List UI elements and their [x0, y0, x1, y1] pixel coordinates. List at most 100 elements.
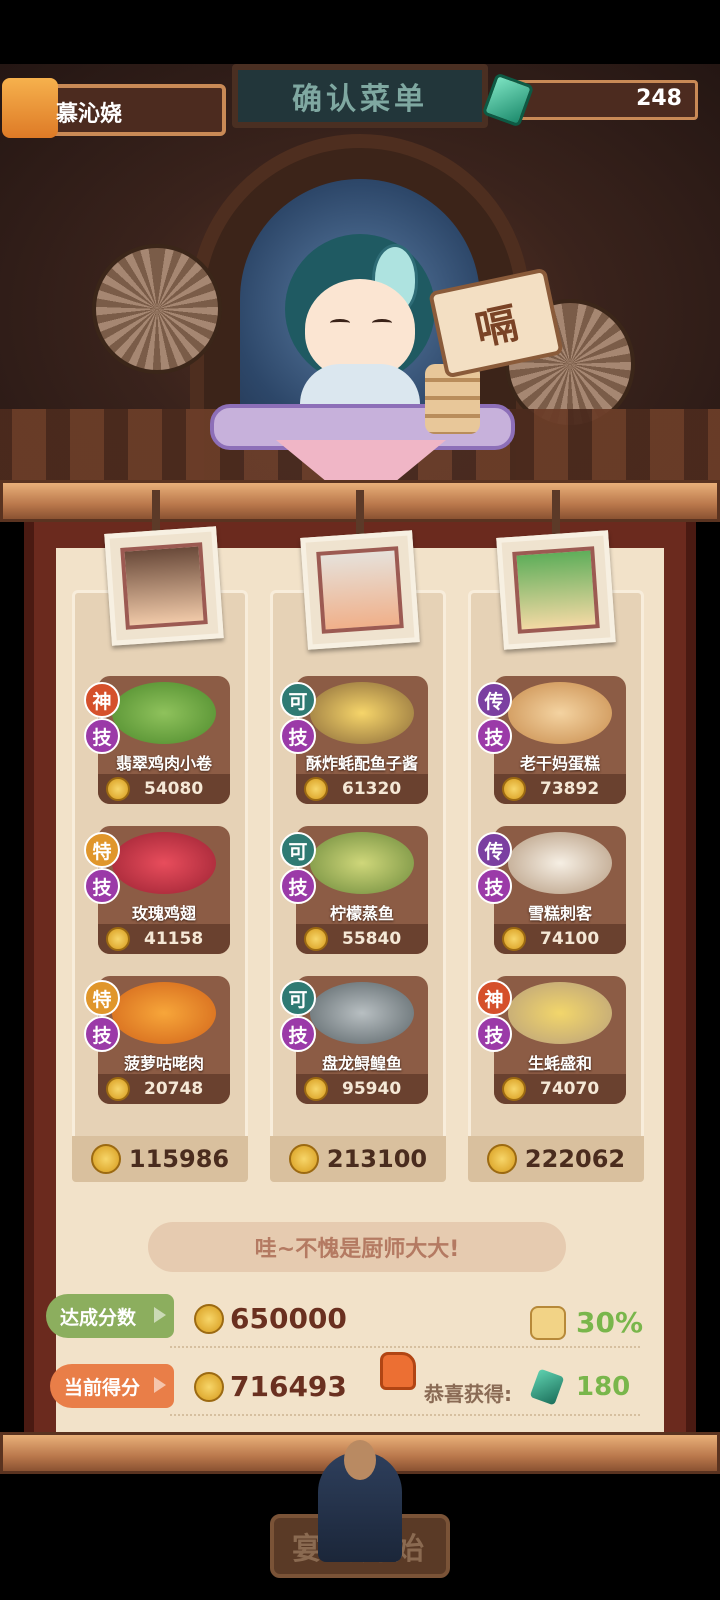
dish-image	[508, 682, 612, 744]
dish-price-bar: 61320	[296, 774, 428, 804]
grade-badge: 传	[476, 832, 512, 868]
praise-message: 哇~不愧是厨师大大!	[148, 1222, 566, 1272]
dish-price: 55840	[342, 929, 402, 949]
player-name: 慕沁娆	[56, 102, 123, 127]
dish-price: 73892	[540, 779, 600, 799]
column-total-value: 115986	[128, 1145, 230, 1173]
skill-badge: 技	[84, 1016, 120, 1052]
dish-image	[112, 832, 216, 894]
current-score-label: 当前得分	[50, 1364, 174, 1408]
dish-name: 盘龙鲟鳇鱼	[321, 1054, 402, 1073]
divider	[170, 1414, 640, 1416]
coin-icon	[304, 777, 328, 801]
dish-card[interactable]: 生蚝盛和 74070	[494, 976, 626, 1104]
dish-price: 95940	[342, 1079, 402, 1099]
congrats-label: 恭喜获得:	[424, 1382, 512, 1406]
skill-badge: 技	[476, 718, 512, 754]
grade-badge: 传	[476, 682, 512, 718]
grade-badge: 可	[280, 682, 316, 718]
skill-badge: 技	[84, 868, 120, 904]
column-total-2: 213100	[270, 1136, 446, 1182]
dish-price: 41158	[144, 929, 204, 949]
menu-title-sign: 确认菜单	[232, 64, 488, 128]
coin-icon	[304, 927, 328, 951]
dish-image	[310, 982, 414, 1044]
charm-knot	[344, 1440, 376, 1480]
dish-name: 玫瑰鸡翅	[131, 904, 196, 923]
bonus-icon	[530, 1306, 566, 1340]
coin-icon	[288, 1144, 319, 1174]
dish-image	[310, 682, 414, 744]
thumbs-up-icon	[380, 1352, 416, 1390]
dish-card[interactable]: 老干妈蛋糕 73892	[494, 676, 626, 804]
grade-badge: 特	[84, 980, 120, 1016]
burp-text: 嗝	[470, 297, 523, 355]
coin-icon	[502, 1077, 526, 1101]
dish-name: 菠萝咕咾肉	[123, 1054, 204, 1073]
dish-price-bar: 95940	[296, 1074, 428, 1104]
character-eye-right	[372, 319, 392, 327]
coin-icon	[106, 777, 130, 801]
dish-price-bar: 20748	[98, 1074, 230, 1104]
dish-price: 61320	[342, 779, 402, 799]
gem-count: 248	[636, 86, 682, 111]
coin-icon	[486, 1144, 517, 1174]
chef-icon-2	[316, 546, 404, 634]
dish-card[interactable]: 雪糕刺客 74100	[494, 826, 626, 954]
chef-portrait-1[interactable]	[104, 526, 224, 646]
dish-image	[112, 682, 216, 744]
skill-badge: 技	[280, 718, 316, 754]
dish-image	[508, 982, 612, 1044]
coin-icon	[502, 777, 526, 801]
current-score: 716493	[230, 1370, 347, 1403]
dish-card[interactable]: 柠檬蒸鱼 55840	[296, 826, 428, 954]
dish-price: 54080	[144, 779, 204, 799]
dish-name: 酥炸蚝配鱼子酱	[305, 754, 418, 773]
coin-icon	[502, 927, 526, 951]
skill-badge: 技	[280, 868, 316, 904]
skill-badge: 技	[476, 868, 512, 904]
dish-price: 74100	[540, 929, 600, 949]
dish-price-bar: 55840	[296, 924, 428, 954]
dish-price: 20748	[144, 1079, 204, 1099]
dish-image	[310, 832, 414, 894]
column-total-1: 115986	[72, 1136, 248, 1182]
hook	[552, 490, 560, 535]
hook	[152, 490, 160, 535]
bonus-percent: 30%	[576, 1306, 644, 1339]
grade-badge: 特	[84, 832, 120, 868]
coin-icon	[194, 1372, 224, 1402]
chef-portrait-2[interactable]	[300, 530, 420, 650]
dish-price-bar: 41158	[98, 924, 230, 954]
chef-icon-3	[512, 546, 600, 634]
divider	[170, 1346, 640, 1348]
reward-gems: 180	[576, 1372, 631, 1402]
grade-badge: 可	[280, 832, 316, 868]
coin-icon	[106, 927, 130, 951]
coin-icon	[90, 1144, 121, 1174]
target-score-label: 达成分数	[46, 1294, 174, 1338]
dish-image	[112, 982, 216, 1044]
coin-icon	[194, 1304, 224, 1334]
dish-name: 柠檬蒸鱼	[329, 904, 394, 923]
skill-badge: 技	[84, 718, 120, 754]
skill-badge: 技	[280, 1016, 316, 1052]
praise-text: 哇~不愧是厨师大大!	[254, 1237, 460, 1262]
fan-left-decoration	[92, 244, 222, 374]
chef-portrait-3[interactable]	[496, 530, 616, 650]
grade-badge: 神	[476, 980, 512, 1016]
grade-badge: 神	[84, 682, 120, 718]
hook	[356, 490, 364, 535]
dish-name: 老干妈蛋糕	[519, 754, 600, 773]
coin-icon	[106, 1077, 130, 1101]
player-avatar[interactable]	[2, 78, 58, 138]
target-score: 650000	[230, 1302, 347, 1335]
dish-name: 翡翠鸡肉小卷	[115, 754, 212, 773]
coin-icon	[304, 1077, 328, 1101]
dish-card[interactable]: 酥炸蚝配鱼子酱 61320	[296, 676, 428, 804]
dish-price-bar: 73892	[494, 774, 626, 804]
grade-badge: 可	[280, 980, 316, 1016]
dish-price: 74070	[540, 1079, 600, 1099]
column-total-3: 222062	[468, 1136, 644, 1182]
column-total-value: 213100	[326, 1145, 428, 1173]
